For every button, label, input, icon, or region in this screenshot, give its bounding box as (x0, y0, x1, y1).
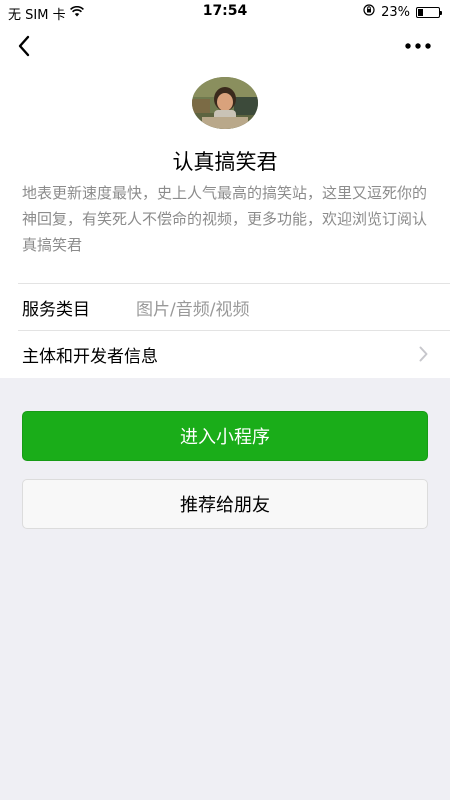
battery-icon (416, 6, 442, 18)
more-dots-icon (405, 43, 431, 49)
nav-bar (0, 24, 450, 68)
chevron-right-icon (419, 346, 428, 362)
battery-level (418, 8, 423, 16)
app-name: 认真搞笑君 (172, 150, 278, 174)
chevron-left-icon (18, 35, 30, 57)
back-button[interactable] (10, 32, 38, 60)
developer-info-row[interactable]: 主体和开发者信息 (0, 331, 450, 377)
app-description: 地表更新速度最快，史上人气最高的搞笑站，这里又逗死你的神回复，有笑死人不偿命的视… (22, 184, 428, 254)
enter-mini-program-button[interactable]: 进入小程序 (22, 411, 428, 461)
recommend-to-friends-button[interactable]: 推荐给朋友 (22, 479, 428, 529)
avatar (192, 77, 258, 129)
service-category-row: 服务类目 图片/音频/视频 (0, 284, 450, 330)
service-category-value: 图片/音频/视频 (136, 299, 250, 320)
developer-info-label: 主体和开发者信息 (22, 346, 158, 367)
orientation-lock-icon (363, 4, 375, 20)
battery-percent: 23% (381, 4, 410, 20)
status-bar: 无 SIM 卡 17:54 23% (0, 0, 450, 24)
service-category-label: 服务类目 (22, 299, 90, 320)
more-button[interactable] (402, 32, 434, 60)
